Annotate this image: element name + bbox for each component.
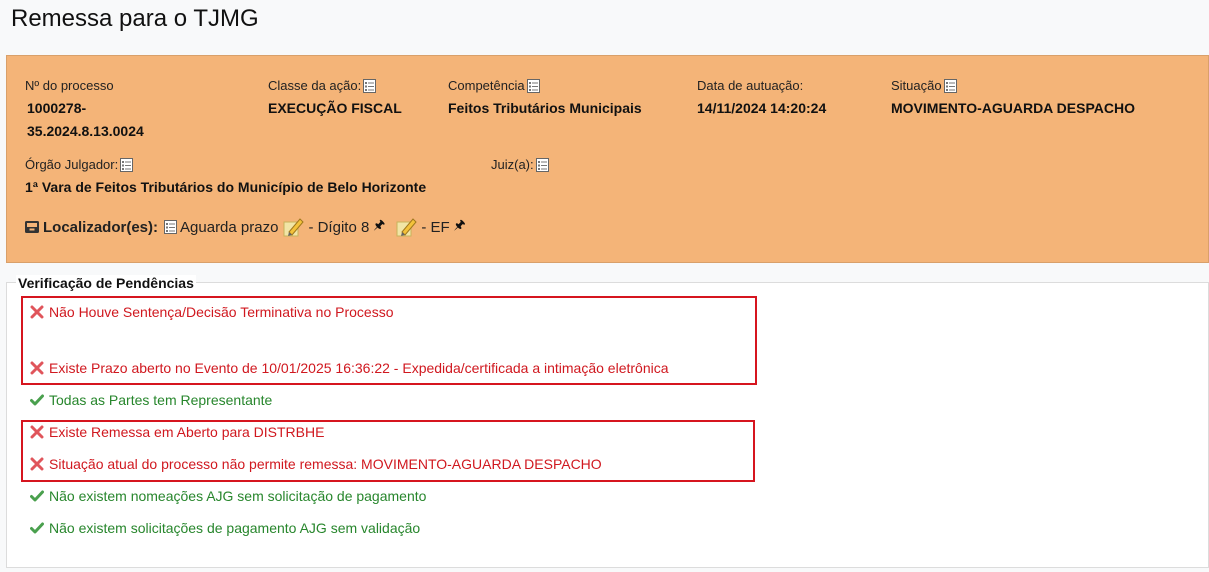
orgao-julgador-label: Órgão Julgador: xyxy=(25,157,134,172)
localizadores-label: Localizador(es): xyxy=(43,218,159,236)
process-number-label: Nº do processo xyxy=(25,78,114,93)
x-mark-icon xyxy=(30,361,44,375)
pendencia-item: Não existem solicitações de pagamento AJ… xyxy=(30,520,420,536)
list-details-icon[interactable] xyxy=(535,157,549,172)
check-mark-icon xyxy=(30,522,44,534)
pendencia-item: Situação atual do processo não permite r… xyxy=(30,456,602,472)
page-title: Remessa para o TJMG xyxy=(11,5,259,32)
list-details-icon[interactable] xyxy=(120,157,134,172)
localizador-aguarda-prazo[interactable]: Aguarda prazo xyxy=(180,219,278,236)
pendencia-item: Não existem nomeações AJG sem solicitaçã… xyxy=(30,488,426,504)
pin-icon[interactable]: 🖈 xyxy=(373,216,385,238)
x-mark-icon xyxy=(30,425,44,439)
list-details-icon[interactable] xyxy=(363,78,377,93)
data-autuacao-label: Data de autuação: xyxy=(697,78,804,93)
localizador-ef[interactable]: - EF xyxy=(421,219,449,236)
pendencia-item: Existe Prazo aberto no Evento de 10/01/2… xyxy=(30,360,669,376)
check-mark-icon xyxy=(30,394,44,406)
pin-icon[interactable]: 🖈 xyxy=(454,216,466,238)
orgao-julgador-value: 1ª Vara de Feitos Tributários do Municíp… xyxy=(25,179,427,195)
localizador-digito-8[interactable]: - Dígito 8 xyxy=(308,219,369,236)
pendencia-item: Todas as Partes tem Representante xyxy=(30,392,272,408)
list-details-icon[interactable] xyxy=(943,78,957,93)
juiz-label: Juiz(a): xyxy=(491,157,549,172)
pendencia-item: Não Houve Sentença/Decisão Terminativa n… xyxy=(30,304,393,320)
data-autuacao-value: 14/11/2024 14:20:24 xyxy=(697,100,827,116)
pendencia-item: Existe Remessa em Aberto para DISTRBHE xyxy=(30,424,324,440)
x-mark-icon xyxy=(30,457,44,471)
classe-value: EXECUÇÃO FISCAL xyxy=(268,100,402,116)
situacao-label: Situação xyxy=(891,78,957,93)
pencil-note-icon[interactable] xyxy=(281,215,305,239)
process-number-value[interactable]: 1000278- 35.2024.8.13.0024 xyxy=(27,97,144,143)
list-details-icon[interactable] xyxy=(164,220,178,234)
x-mark-icon xyxy=(30,305,44,319)
list-details-icon[interactable] xyxy=(526,78,540,93)
localizadores-row: Localizador(es): Aguarda prazo - Dígito … xyxy=(24,215,466,239)
pencil-note-icon[interactable] xyxy=(394,215,418,239)
pendencias-title: Verificação de Pendências xyxy=(16,275,196,291)
competencia-value: Feitos Tributários Municipais xyxy=(448,100,642,116)
classe-label: Classe da ação: xyxy=(268,78,377,93)
check-mark-icon xyxy=(30,490,44,502)
competencia-label: Competência xyxy=(448,78,540,93)
situacao-value: MOVIMENTO-AGUARDA DESPACHO xyxy=(891,100,1135,116)
inbox-icon xyxy=(25,221,39,233)
